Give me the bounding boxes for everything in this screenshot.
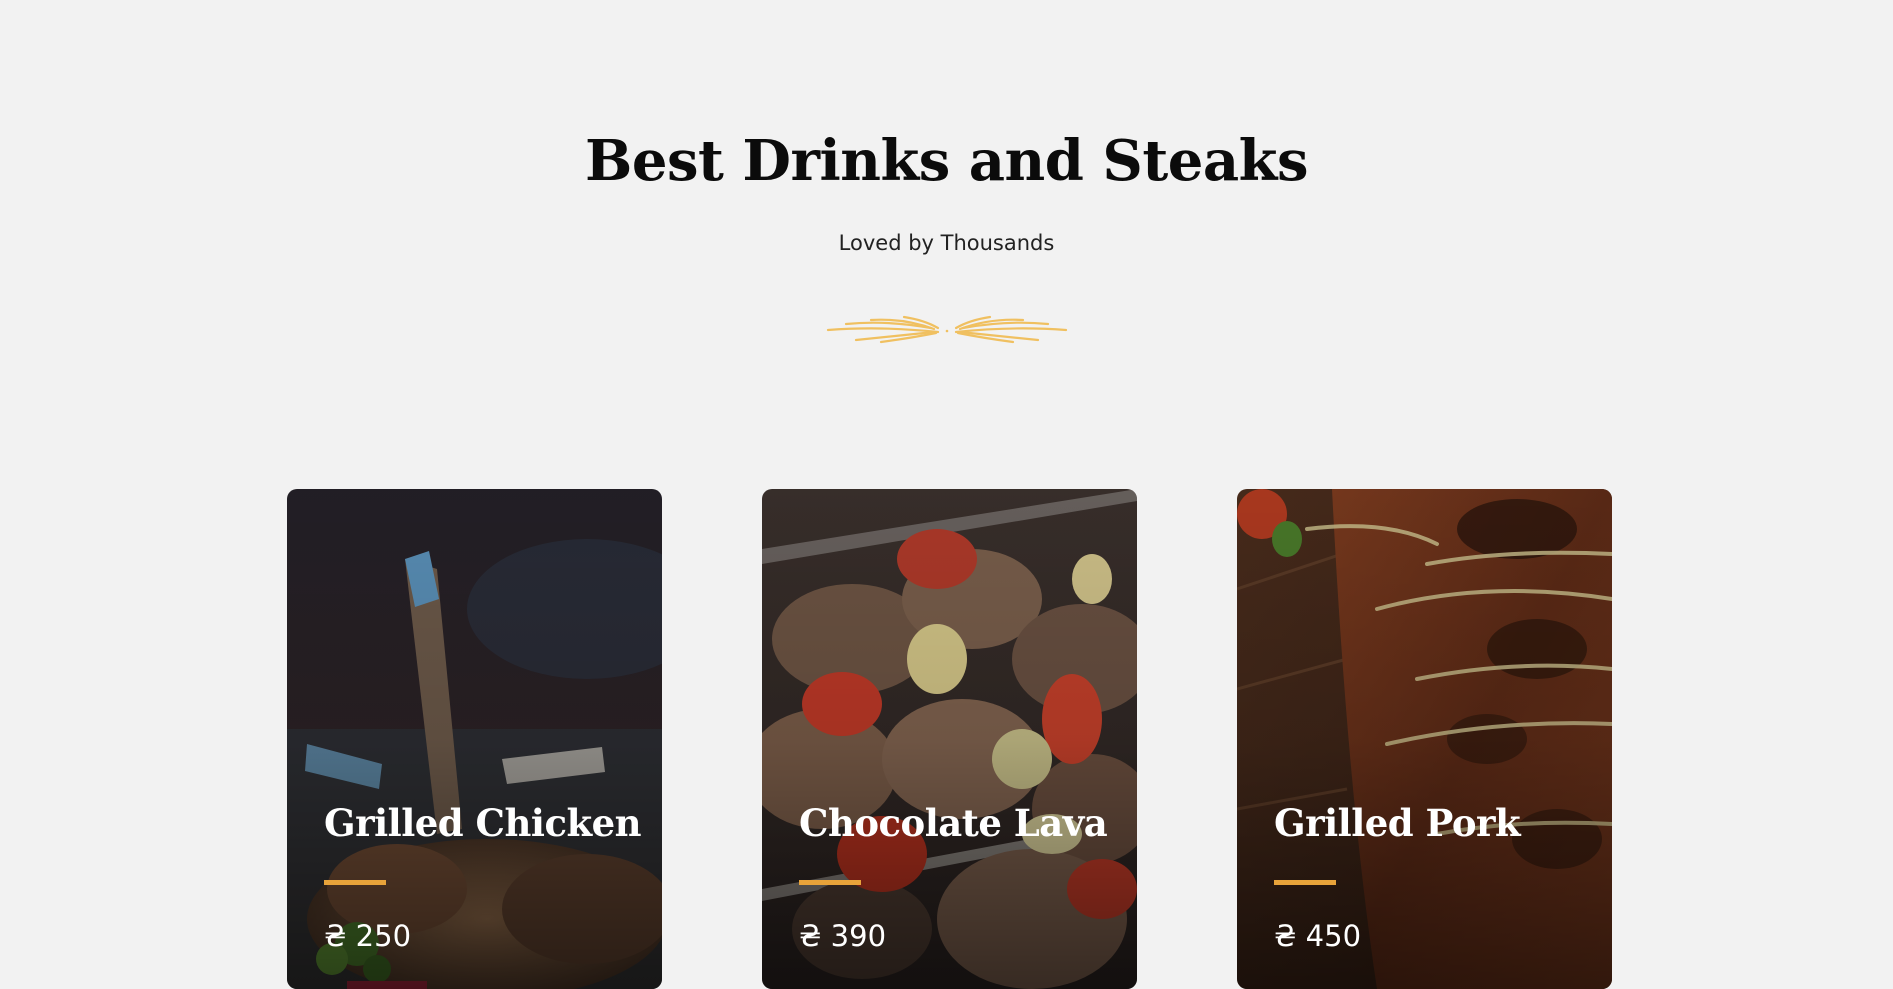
card-price: ₴ 450 <box>1274 919 1362 953</box>
menu-card-grilled-pork[interactable]: Grilled Pork ₴ 450 <box>1237 489 1612 989</box>
wheat-ornament-icon <box>826 315 1068 344</box>
card-title: Grilled Chicken <box>324 801 642 845</box>
card-price: ₴ 250 <box>324 919 412 953</box>
menu-card-chocolate-lava[interactable]: Chocolate Lava ₴ 390 <box>762 489 1137 989</box>
menu-cards: Grilled Chicken ₴ 250 Chocolate Lava ₴ 3… <box>287 489 1612 989</box>
accent-divider <box>799 880 861 885</box>
card-overlay <box>287 489 662 989</box>
accent-divider <box>1274 880 1336 885</box>
menu-card-grilled-chicken[interactable]: Grilled Chicken ₴ 250 <box>287 489 662 989</box>
accent-divider <box>324 880 386 885</box>
card-price: ₴ 390 <box>799 919 887 953</box>
section-title: Best Drinks and Steaks <box>585 128 1308 194</box>
card-overlay <box>762 489 1137 989</box>
card-overlay <box>1237 489 1612 989</box>
card-title: Grilled Pork <box>1274 801 1521 845</box>
section-subtitle: Loved by Thousands <box>838 231 1055 255</box>
card-title: Chocolate Lava <box>799 801 1108 845</box>
